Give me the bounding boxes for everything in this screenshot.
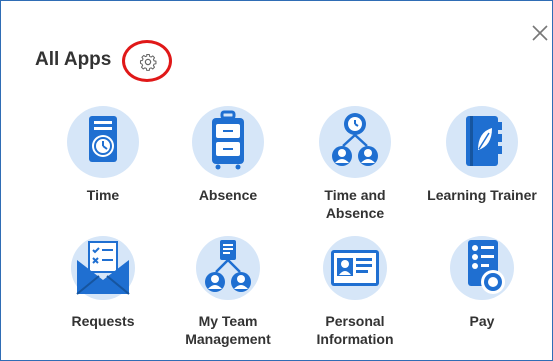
app-tile-pay[interactable]: Pay bbox=[422, 236, 542, 330]
page-title: All Apps bbox=[35, 49, 112, 70]
app-label: Requests bbox=[71, 313, 135, 329]
envelope-checklist-icon bbox=[71, 236, 135, 300]
gear-icon[interactable] bbox=[139, 53, 157, 71]
app-tile-requests[interactable]: Requests bbox=[43, 236, 163, 330]
app-label: Pay bbox=[469, 313, 495, 329]
all-apps-panel: All Apps Time Absence Time and Absence L… bbox=[0, 0, 553, 361]
notebook-leaf-icon bbox=[446, 106, 518, 178]
app-tile-time-and-absence[interactable]: Time and Absence bbox=[295, 104, 415, 222]
settings-highlight-circle bbox=[122, 40, 172, 82]
close-icon[interactable] bbox=[530, 23, 550, 43]
app-label: Time and Absence bbox=[324, 187, 386, 221]
app-tile-personal-information[interactable]: Personal Information bbox=[295, 236, 415, 348]
app-tile-time[interactable]: Time bbox=[43, 104, 163, 204]
app-label: My Team Management bbox=[185, 313, 271, 347]
id-card-icon bbox=[323, 236, 387, 300]
app-label: Learning Trainer bbox=[427, 187, 537, 203]
app-label: Absence bbox=[198, 187, 258, 203]
time-clock-icon bbox=[67, 106, 139, 178]
app-tile-learning-trainer[interactable]: Learning Trainer bbox=[422, 104, 542, 204]
app-label: Time bbox=[86, 187, 120, 203]
app-tile-absence[interactable]: Absence bbox=[168, 104, 288, 204]
app-tile-my-team-management[interactable]: My Team Management bbox=[168, 236, 288, 348]
team-org-icon bbox=[196, 236, 260, 300]
people-clock-icon bbox=[319, 106, 391, 178]
paystub-coin-icon bbox=[450, 236, 514, 300]
app-label: Personal Information bbox=[316, 313, 394, 347]
suitcase-icon bbox=[192, 106, 264, 178]
